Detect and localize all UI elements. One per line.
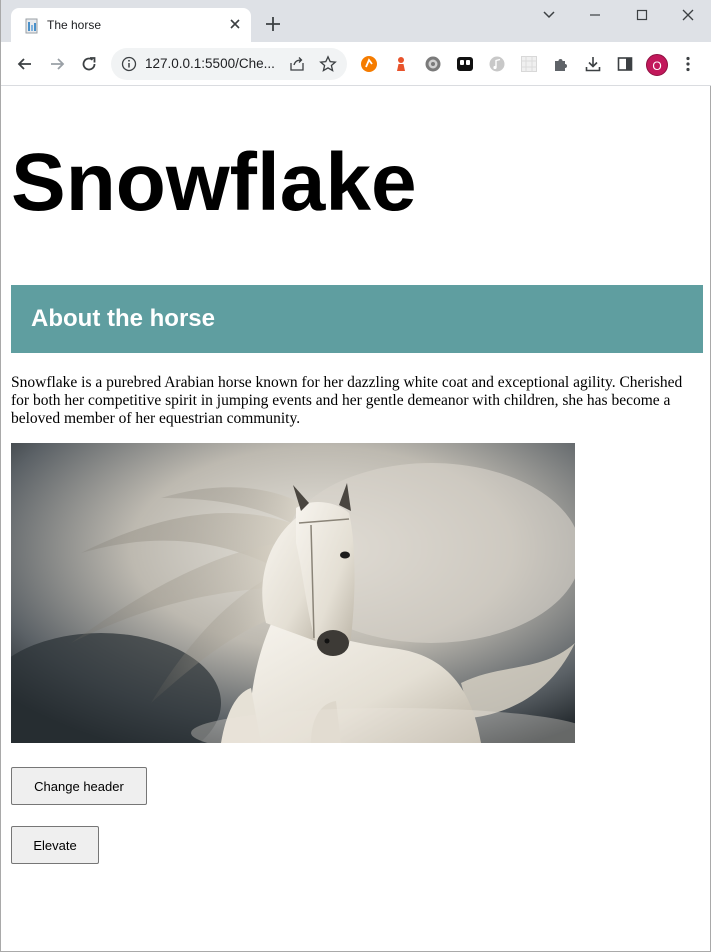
gear-extension-icon[interactable] (424, 55, 442, 73)
maximize-icon[interactable] (632, 6, 652, 24)
forward-arrow-icon[interactable] (47, 54, 67, 74)
star-icon[interactable] (319, 55, 337, 73)
back-arrow-icon[interactable] (15, 54, 35, 74)
close-window-icon[interactable] (678, 6, 698, 24)
music-extension-icon[interactable] (488, 55, 506, 73)
browser-window: The horse 127.0.0.1:5500/Che... O Snowfl… (0, 0, 711, 952)
kebab-menu-icon[interactable] (681, 55, 695, 73)
browser-toolbar: 127.0.0.1:5500/Che... (1, 42, 711, 86)
profile-avatar[interactable]: O (646, 54, 668, 76)
chess-pawn-extension-icon[interactable] (392, 55, 410, 73)
tab-strip: The horse (1, 0, 711, 42)
close-icon[interactable] (227, 16, 243, 32)
page-content: Snowflake About the horse Snowflake is a… (2, 86, 711, 952)
minimize-icon[interactable] (585, 6, 605, 24)
share-icon[interactable] (289, 56, 305, 72)
tab-title: The horse (47, 18, 102, 32)
grid-extension-icon[interactable] (520, 55, 538, 73)
plus-icon[interactable] (263, 14, 283, 34)
about-section-header: About the horse (11, 285, 703, 353)
horse-image (11, 443, 575, 743)
horse-description: Snowflake is a purebred Arabian horse kn… (11, 374, 683, 427)
page-title: Snowflake (11, 137, 417, 228)
chevron-down-icon[interactable] (539, 6, 559, 24)
download-icon[interactable] (584, 55, 602, 73)
info-icon[interactable] (121, 56, 137, 72)
tracker-extension-icon[interactable] (456, 55, 474, 73)
side-panel-icon[interactable] (616, 55, 634, 73)
change-header-button[interactable]: Change header (11, 767, 147, 805)
orange-extension-icon[interactable] (360, 55, 378, 73)
reload-icon[interactable] (79, 54, 99, 74)
section-heading: About the horse (31, 305, 215, 332)
address-bar[interactable]: 127.0.0.1:5500/Che... (111, 48, 347, 80)
puzzle-icon[interactable] (552, 55, 570, 73)
elevate-button[interactable]: Elevate (11, 826, 99, 864)
url-text[interactable]: 127.0.0.1:5500/Che... (145, 56, 275, 71)
browser-tab[interactable]: The horse (11, 8, 251, 42)
page-favicon-icon (25, 18, 38, 34)
